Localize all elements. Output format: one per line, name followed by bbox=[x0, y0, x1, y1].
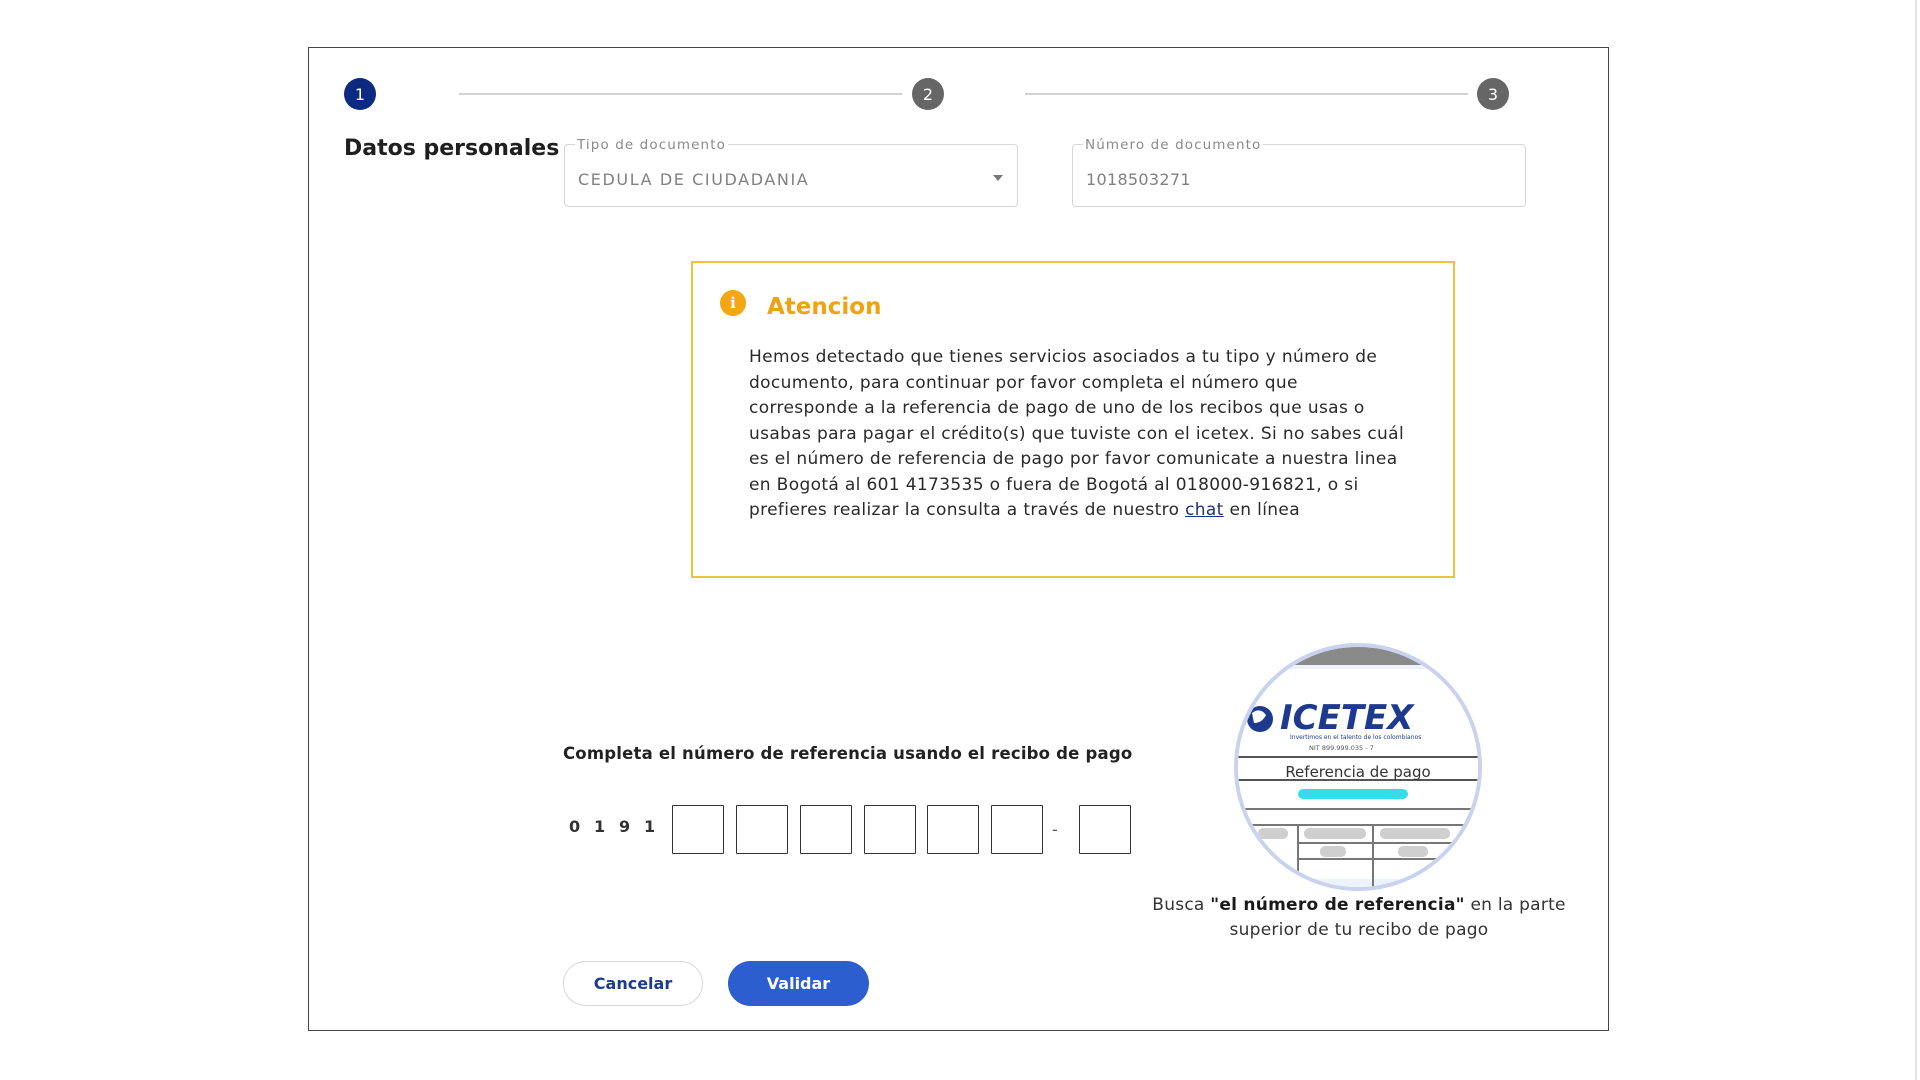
step-1-number: 1 bbox=[354, 84, 366, 104]
receipt-placeholder bbox=[1320, 846, 1346, 857]
document-type-value: CEDULA DE CIUDADANIA bbox=[578, 170, 810, 189]
reference-digit-input-5[interactable] bbox=[927, 805, 979, 854]
receipt-placeholder bbox=[1258, 828, 1288, 839]
receipt-placeholder bbox=[1380, 828, 1450, 839]
step-2-indicator: 2 bbox=[912, 78, 944, 110]
receipt-placeholder bbox=[1398, 846, 1428, 857]
document-type-select[interactable]: Tipo de documento CEDULA DE CIUDADANIA bbox=[564, 138, 1018, 207]
alert-title: Atencion bbox=[767, 294, 882, 320]
reference-instructions: Completa el número de referencia usando … bbox=[563, 744, 1133, 763]
alert-message: Hemos detectado que tienes servicios aso… bbox=[749, 345, 1409, 524]
help-emphasis: "el número de referencia" bbox=[1210, 895, 1465, 915]
reference-separator: - bbox=[1052, 820, 1058, 839]
reference-prefix-digit: 0 bbox=[569, 817, 581, 836]
reference-check-digit-input[interactable] bbox=[1079, 805, 1131, 854]
info-icon: i bbox=[720, 290, 746, 316]
reference-prefix-digit: 1 bbox=[644, 817, 656, 836]
page-edge-divider bbox=[1915, 0, 1917, 1080]
receipt-illustration: ICETEX Invertimos en el talento de los c… bbox=[1234, 643, 1482, 891]
alert-message-text: Hemos detectado que tienes servicios aso… bbox=[749, 347, 1405, 520]
reference-digit-input-4[interactable] bbox=[864, 805, 916, 854]
reference-digit-input-1[interactable] bbox=[672, 805, 724, 854]
receipt-graphic: ICETEX Invertimos en el talento de los c… bbox=[1238, 647, 1478, 887]
receipt-top-band bbox=[1238, 647, 1478, 665]
logo-text: ICETEX bbox=[1280, 698, 1415, 738]
document-number-value: 1018503271 bbox=[1086, 170, 1191, 189]
step-connector-1 bbox=[459, 93, 902, 95]
attention-alert: i Atencion Hemos detectado que tienes se… bbox=[691, 261, 1455, 578]
cancel-button[interactable]: Cancelar bbox=[563, 961, 703, 1006]
reference-prefix-digit: 9 bbox=[619, 817, 631, 836]
receipt-nit: NIT 899.999.035 - 7 bbox=[1309, 744, 1374, 752]
alert-message-tail: en línea bbox=[1229, 500, 1301, 520]
reference-digit-input-3[interactable] bbox=[800, 805, 852, 854]
help-prefix: Busca bbox=[1152, 895, 1205, 915]
section-title: Datos personales bbox=[344, 136, 560, 161]
step-3-indicator: 3 bbox=[1477, 78, 1509, 110]
document-number-label: Número de documento bbox=[1083, 137, 1264, 153]
chevron-down-icon[interactable] bbox=[993, 175, 1003, 181]
validate-button[interactable]: Validar bbox=[728, 961, 869, 1006]
reference-digit-input-6[interactable] bbox=[991, 805, 1043, 854]
step-connector-2 bbox=[1025, 93, 1468, 95]
reference-help-text: Busca "el número de referencia" en la pa… bbox=[1149, 893, 1569, 943]
document-number-field[interactable]: Número de documento 1018503271 bbox=[1072, 138, 1526, 207]
receipt-placeholder bbox=[1304, 828, 1366, 839]
reference-prefix-digit: 1 bbox=[594, 817, 606, 836]
step-3-number: 3 bbox=[1487, 84, 1499, 104]
step-2-number: 2 bbox=[922, 84, 934, 104]
reference-highlight bbox=[1298, 789, 1408, 799]
info-icon-glyph: i bbox=[730, 294, 736, 312]
logo-tagline: Invertimos en el talento de los colombia… bbox=[1290, 734, 1421, 741]
receipt-reference-label: Referencia de pago bbox=[1285, 763, 1430, 781]
form-card: 1 2 3 Datos personales Tipo de documento… bbox=[308, 47, 1609, 1031]
document-type-label: Tipo de documento bbox=[575, 137, 728, 153]
step-1-indicator: 1 bbox=[344, 78, 376, 110]
chat-link[interactable]: chat bbox=[1185, 500, 1224, 520]
reference-digit-input-2[interactable] bbox=[736, 805, 788, 854]
